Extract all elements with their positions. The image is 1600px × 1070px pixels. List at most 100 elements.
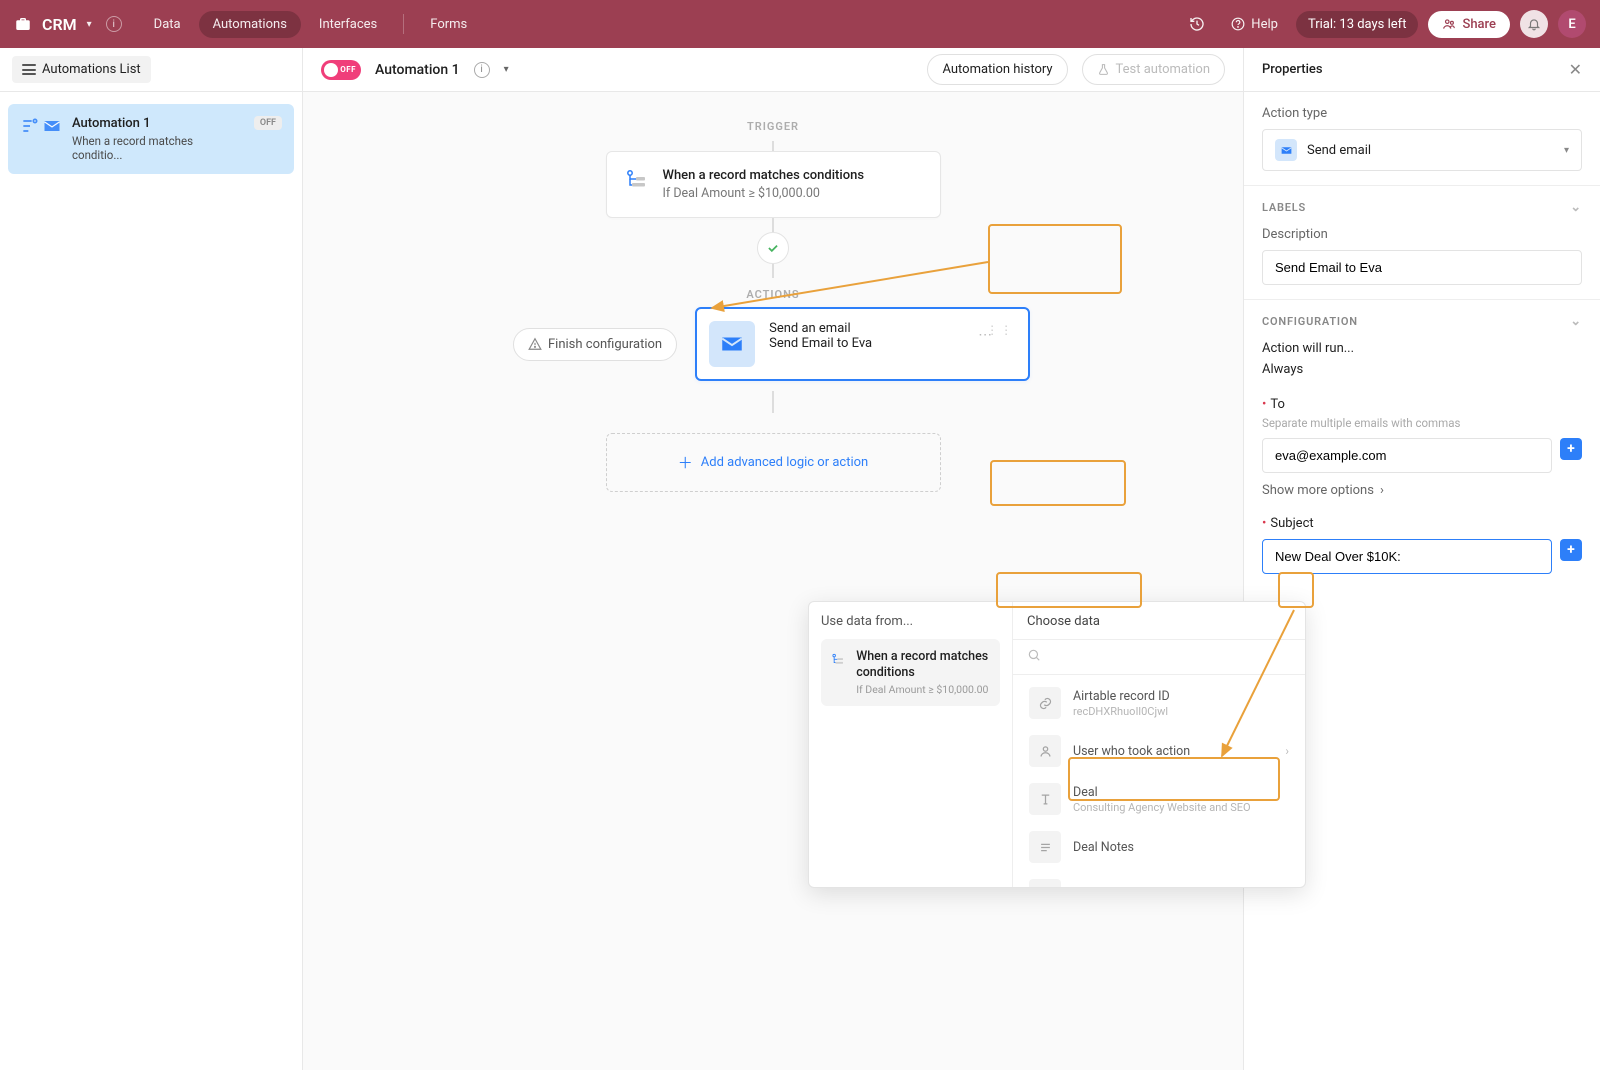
info-icon[interactable]: i bbox=[474, 62, 490, 78]
action-type-select[interactable]: Send email ▾ bbox=[1262, 129, 1582, 171]
trigger-section-label: TRIGGER bbox=[513, 120, 1033, 133]
action-type-label: Action type bbox=[1262, 106, 1582, 121]
popup-option[interactable]: Airtable record IDrecDHXRhuoIl0Cjwl bbox=[1021, 679, 1297, 727]
automation-card-title: Automation 1 bbox=[72, 116, 244, 131]
trigger-node-title: When a record matches conditions bbox=[663, 168, 865, 183]
popup-search-input[interactable] bbox=[1013, 639, 1305, 675]
add-action-button[interactable]: ＋ Add advanced logic or action bbox=[606, 433, 941, 492]
automation-card-subtitle: When a record matches conditio... bbox=[72, 134, 244, 162]
automations-list-button[interactable]: Automations List bbox=[12, 56, 151, 83]
mail-icon bbox=[42, 116, 62, 136]
tab-forms[interactable]: Forms bbox=[416, 11, 481, 38]
conditions-icon bbox=[831, 649, 846, 671]
option-icon bbox=[1029, 783, 1061, 815]
labels-section-header[interactable]: LABELS⌄ bbox=[1262, 200, 1582, 215]
email-node-subtitle: Send Email to Eva bbox=[769, 336, 872, 351]
properties-panel: Action type Send email ▾ LABELS⌄ Descrip… bbox=[1244, 92, 1600, 1070]
canvas-header: OFF Automation 1 i ▾ Automation history … bbox=[303, 48, 1244, 91]
automation-title[interactable]: Automation 1 bbox=[375, 62, 460, 78]
automation-card-status: OFF bbox=[254, 116, 282, 130]
briefcase-icon bbox=[14, 15, 32, 33]
info-icon[interactable]: i bbox=[106, 16, 122, 32]
action-run-label: Action will run... bbox=[1262, 341, 1582, 356]
popup-step-trigger[interactable]: When a record matches conditions If Deal… bbox=[821, 639, 1000, 706]
option-icon bbox=[1029, 735, 1061, 767]
to-insert-token-button[interactable]: + bbox=[1560, 438, 1582, 460]
brand-block[interactable]: CRM ▾ i bbox=[14, 15, 122, 34]
search-icon bbox=[1027, 648, 1041, 662]
plus-icon: ＋ bbox=[678, 452, 693, 473]
automations-sidebar: Automation 1 When a record matches condi… bbox=[0, 92, 303, 1070]
automation-history-button[interactable]: Automation history bbox=[927, 54, 1067, 85]
trigger-node[interactable]: When a record matches conditions If Deal… bbox=[606, 151, 941, 218]
drag-handle-icon[interactable]: ⋮⋮ bbox=[986, 323, 1014, 337]
show-more-options-link[interactable]: Show more options › bbox=[1262, 483, 1582, 498]
data-picker-popup: Use data from... When a record matches c… bbox=[808, 601, 1306, 888]
popup-right-pane: Choose data Airtable record IDrecDHXRhuo… bbox=[1013, 602, 1305, 887]
main-area: Automation 1 When a record matches condi… bbox=[0, 92, 1600, 1070]
option-icon bbox=[1029, 879, 1061, 887]
app-name: CRM bbox=[42, 15, 77, 34]
tab-automations[interactable]: Automations bbox=[199, 11, 301, 38]
automation-card-icons bbox=[20, 116, 62, 162]
subject-input[interactable] bbox=[1262, 539, 1552, 574]
top-nav: Data Automations Interfaces Forms bbox=[140, 11, 482, 38]
chevron-down-icon: ▾ bbox=[87, 19, 92, 30]
test-automation-button[interactable]: Test automation bbox=[1082, 54, 1225, 85]
conditions-icon bbox=[625, 168, 649, 192]
popup-option[interactable]: Deal Notes bbox=[1021, 823, 1297, 871]
mail-icon bbox=[709, 321, 755, 367]
automation-toggle[interactable]: OFF bbox=[321, 60, 361, 80]
flask-icon bbox=[1097, 63, 1110, 76]
configuration-section-header[interactable]: CONFIGURATION⌄ bbox=[1262, 314, 1582, 329]
secondary-bar: Automations List OFF Automation 1 i ▾ Au… bbox=[0, 48, 1600, 92]
user-avatar[interactable]: E bbox=[1558, 10, 1586, 38]
warning-icon bbox=[528, 337, 542, 351]
menu-icon bbox=[22, 64, 36, 75]
popup-option-list: Airtable record IDrecDHXRhuoIl0CjwlUser … bbox=[1013, 675, 1305, 887]
subject-label: Subject bbox=[1270, 516, 1313, 531]
popup-step-sub: If Deal Amount ≥ $10,000.00 bbox=[856, 683, 990, 696]
chevron-right-icon: › bbox=[1380, 483, 1384, 498]
mail-icon bbox=[1275, 139, 1297, 161]
nav-divider bbox=[403, 14, 404, 34]
automation-canvas[interactable]: TRIGGER When a record matches conditions… bbox=[303, 92, 1244, 1070]
history-icon[interactable] bbox=[1181, 10, 1213, 38]
description-input[interactable] bbox=[1262, 250, 1582, 285]
chevron-down-icon[interactable]: ▾ bbox=[504, 64, 509, 75]
action-run-value: Always bbox=[1262, 362, 1582, 377]
left-col-header: Automations List bbox=[0, 48, 303, 91]
automation-card[interactable]: Automation 1 When a record matches condi… bbox=[8, 104, 294, 174]
popup-left-pane: Use data from... When a record matches c… bbox=[809, 602, 1013, 887]
step-check-icon bbox=[757, 232, 789, 264]
actions-section-label: ACTIONS bbox=[746, 288, 799, 301]
tab-interfaces[interactable]: Interfaces bbox=[305, 11, 391, 38]
to-label: To bbox=[1270, 397, 1285, 412]
properties-header: Properties ✕ bbox=[1244, 48, 1600, 91]
trial-badge[interactable]: Trial: 13 days left bbox=[1296, 11, 1419, 38]
option-icon bbox=[1029, 687, 1061, 719]
subject-insert-token-button[interactable]: + bbox=[1560, 539, 1582, 561]
close-properties-button[interactable]: ✕ bbox=[1569, 60, 1582, 79]
option-icon bbox=[1029, 831, 1061, 863]
popup-option[interactable]: User who took action› bbox=[1021, 727, 1297, 775]
popup-option[interactable]: DealConsulting Agency Website and SEO bbox=[1021, 775, 1297, 823]
bell-icon bbox=[1527, 17, 1541, 31]
popup-step-title: When a record matches conditions bbox=[856, 649, 990, 680]
trigger-icon bbox=[20, 116, 40, 136]
notifications-button[interactable] bbox=[1520, 10, 1548, 38]
finish-configuration-button[interactable]: Finish configuration bbox=[513, 328, 677, 361]
description-label: Description bbox=[1262, 227, 1582, 242]
app-topbar: CRM ▾ i Data Automations Interfaces Form… bbox=[0, 0, 1600, 48]
tab-data[interactable]: Data bbox=[140, 11, 195, 38]
popup-left-heading: Use data from... bbox=[821, 614, 1000, 629]
share-button[interactable]: Share bbox=[1428, 11, 1510, 38]
popup-right-heading: Choose data bbox=[1013, 602, 1305, 639]
to-input[interactable] bbox=[1262, 438, 1552, 473]
topbar-right: Help Trial: 13 days left Share E bbox=[1181, 10, 1586, 38]
email-node-title: Send an email bbox=[769, 321, 872, 336]
help-link[interactable]: Help bbox=[1223, 11, 1286, 38]
popup-option[interactable]: Owner› bbox=[1021, 871, 1297, 887]
email-action-node[interactable]: Send an email Send Email to Eva ⋯ ⋮⋮ bbox=[695, 307, 1030, 381]
to-help-text: Separate multiple emails with commas bbox=[1262, 416, 1582, 430]
